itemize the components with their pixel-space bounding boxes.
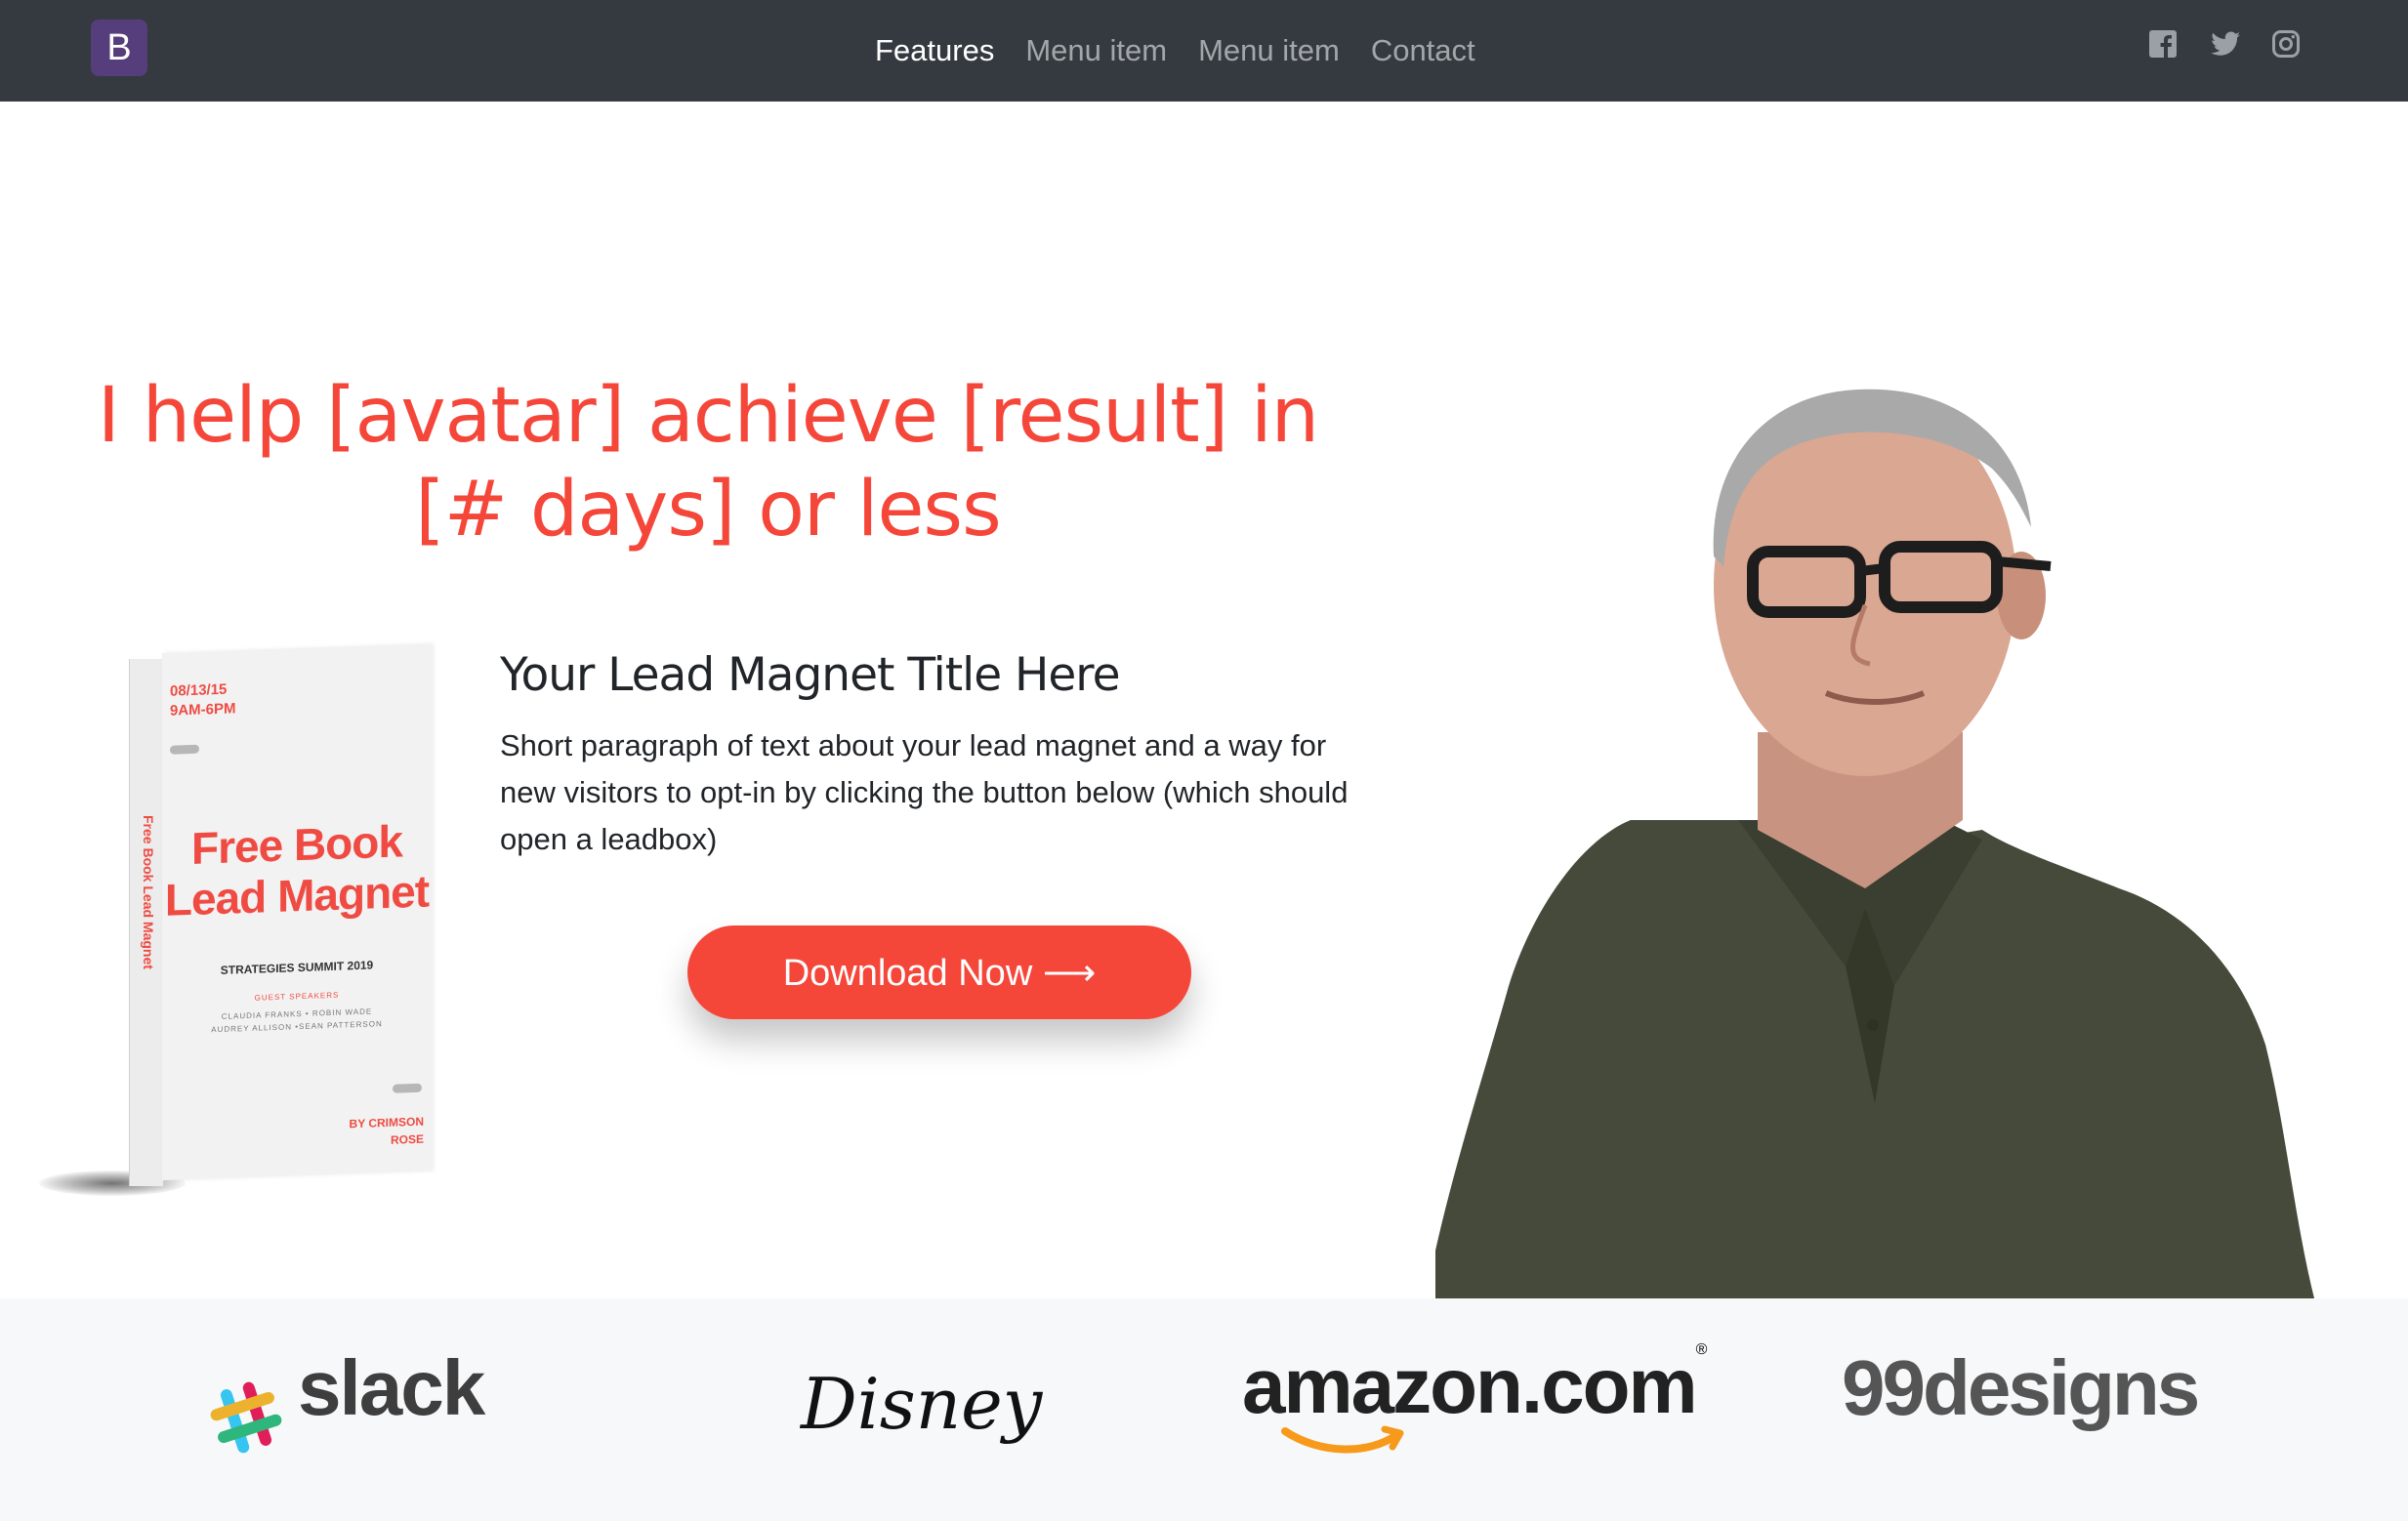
book-cover: 08/13/15 9AM-6PM Free Book Lead Magnet S… [162,643,432,1180]
book-pill-top [170,744,199,755]
book-date: 08/13/15 9AM-6PM [170,679,236,720]
book-time-text: 9AM-6PM [170,700,236,719]
book-title-line1: Free Book [191,815,402,874]
99designs-logo: 99designs [1842,1344,2200,1431]
book-date-text: 08/13/15 [170,680,228,700]
book-author: BY CRIMSON ROSE [316,1113,424,1152]
book-summit: STRATEGIES SUMMIT 2019 [220,958,374,977]
amazon-logo-text: amazon.com [1242,1342,1698,1429]
social-links [2148,29,2301,59]
brand-logo[interactable]: B [91,20,147,76]
disney-logo: Disney [801,1363,1043,1445]
book-author-line2: ROSE [390,1131,424,1147]
book-pill-bottom [393,1083,422,1093]
nav-links: Features Menu item Menu item Contact [859,0,1491,102]
book-names-line1: CLAUDIA FRANKS • ROBIN WADE [221,1007,373,1021]
book-title-line2: Lead Magnet [164,865,430,925]
portrait-photo [1426,361,2314,1298]
book-guest-names: CLAUDIA FRANKS • ROBIN WADE AUDREY ALLIS… [162,1003,432,1038]
lead-magnet-title: Your Lead Magnet Title Here [500,648,1121,702]
slack-logo: slack [298,1344,485,1431]
amazon-registered-mark: ® [1695,1341,1708,1358]
book-author-line1: BY CRIMSON [349,1114,424,1131]
navbar: B Features Menu item Menu item Contact [0,0,2408,102]
book-mockup: Free Book Lead Magnet 08/13/15 9AM-6PM F… [39,643,449,1196]
instagram-icon[interactable] [2271,29,2301,59]
nav-link-menu-item-1[interactable]: Menu item [1010,33,1183,68]
nav-link-contact[interactable]: Contact [1355,33,1491,68]
book-guest-label: GUEST SPEAKERS [254,990,340,1003]
twitter-icon[interactable] [2210,29,2240,59]
hero-headline-line2: [# days] or less [415,466,1001,554]
book-names-line2: AUDREY ALLISON •SEAN PATTERSON [211,1019,383,1035]
hero-headline: I help [avatar] achieve [result] in [# d… [39,369,1377,556]
nav-link-menu-item-2[interactable]: Menu item [1183,33,1355,68]
book-title: Free Book Lead Magnet [162,814,432,925]
amazon-logo: amazon.com® [1242,1341,1708,1454]
book-spine-text: Free Book Lead Magnet [141,815,156,969]
hero-headline-line1: I help [avatar] achieve [result] in [97,372,1319,460]
client-logos-strip: slack Disney amazon.com® 99designs [0,1298,2408,1521]
slack-logo-icon [207,1378,285,1461]
download-now-button[interactable]: Download Now ⟶ [687,925,1191,1019]
lead-magnet-description: Short paragraph of text about your lead … [500,728,1349,856]
amazon-smile-icon [1281,1425,1404,1454]
nav-link-features[interactable]: Features [859,33,1010,68]
facebook-icon[interactable] [2148,29,2178,59]
